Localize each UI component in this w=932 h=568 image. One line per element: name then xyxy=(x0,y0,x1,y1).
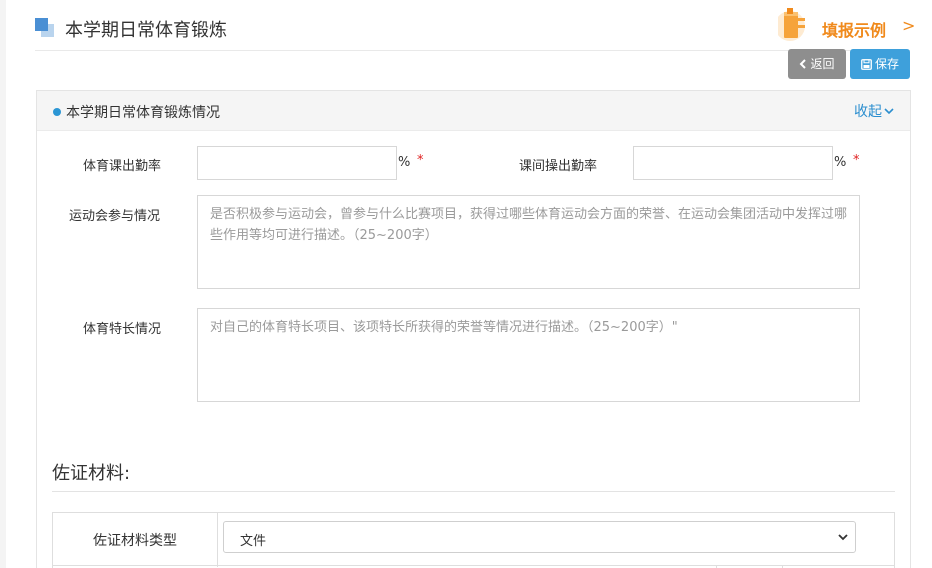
specialty-textarea[interactable]: 对自己的体育特长项目、该项特长所获得的荣誉等情况进行描述。（25~200字）" xyxy=(197,308,860,402)
chevron-right-icon: > xyxy=(902,16,916,35)
back-button[interactable]: 返回 xyxy=(788,49,846,79)
pe-attendance-input[interactable] xyxy=(197,146,397,180)
left-edge-strip xyxy=(0,0,6,568)
floppy-disk-icon xyxy=(861,58,872,70)
exercise-attendance-required-mark: * xyxy=(853,153,860,168)
exercise-attendance-unit: % xyxy=(834,155,847,170)
sports-meet-textarea[interactable]: 是否积极参与运动会，曾参与什么比赛项目，获得过哪些体育运动会方面的荣誉、在运动会… xyxy=(197,195,860,289)
header-divider xyxy=(35,50,910,51)
save-button-label: 保存 xyxy=(874,57,899,71)
evidence-type-select[interactable]: 文件 xyxy=(223,521,856,553)
evidence-table: 佐证材料类型 文件 xyxy=(52,512,895,568)
back-button-label: 返回 xyxy=(810,57,835,71)
bullet-dot-icon xyxy=(53,108,61,116)
panel-header: 本学期日常体育锻炼情况 收起 xyxy=(37,91,910,131)
page-title: 本学期日常体育锻炼 xyxy=(65,20,227,41)
specialty-label: 体育特长情况 xyxy=(83,322,162,337)
evidence-divider xyxy=(52,491,895,492)
fill-example-label: 填报示例 xyxy=(822,21,887,40)
panel-title: 本学期日常体育锻炼情况 xyxy=(66,105,220,121)
evidence-section-title: 佐证材料: xyxy=(52,463,131,484)
chevron-down-icon xyxy=(838,534,848,541)
exercise-attendance-label: 课间操出勤率 xyxy=(519,159,598,174)
table-row-divider xyxy=(53,565,894,566)
title-squares-icon xyxy=(35,18,55,38)
pe-attendance-required-mark: * xyxy=(417,153,424,168)
collapse-toggle[interactable]: 收起 xyxy=(854,101,894,121)
collapse-label: 收起 xyxy=(854,104,882,120)
sports-meet-label: 运动会参与情况 xyxy=(69,209,161,224)
pe-attendance-unit: % xyxy=(398,155,411,170)
chevron-left-icon xyxy=(800,59,807,69)
evidence-type-label: 佐证材料类型 xyxy=(53,513,218,567)
exercise-panel: 本学期日常体育锻炼情况 收起 体育课出勤率 % * 课间操出勤率 % * 运动会… xyxy=(36,90,911,568)
save-button[interactable]: 保存 xyxy=(850,49,910,79)
fill-example-link[interactable]: 填报示例 > xyxy=(772,4,922,44)
evidence-type-selected: 文件 xyxy=(240,534,267,549)
chevron-down-icon xyxy=(884,108,894,115)
book-stack-icon xyxy=(775,6,820,42)
pe-attendance-label: 体育课出勤率 xyxy=(83,159,162,174)
exercise-attendance-input[interactable] xyxy=(633,146,833,180)
